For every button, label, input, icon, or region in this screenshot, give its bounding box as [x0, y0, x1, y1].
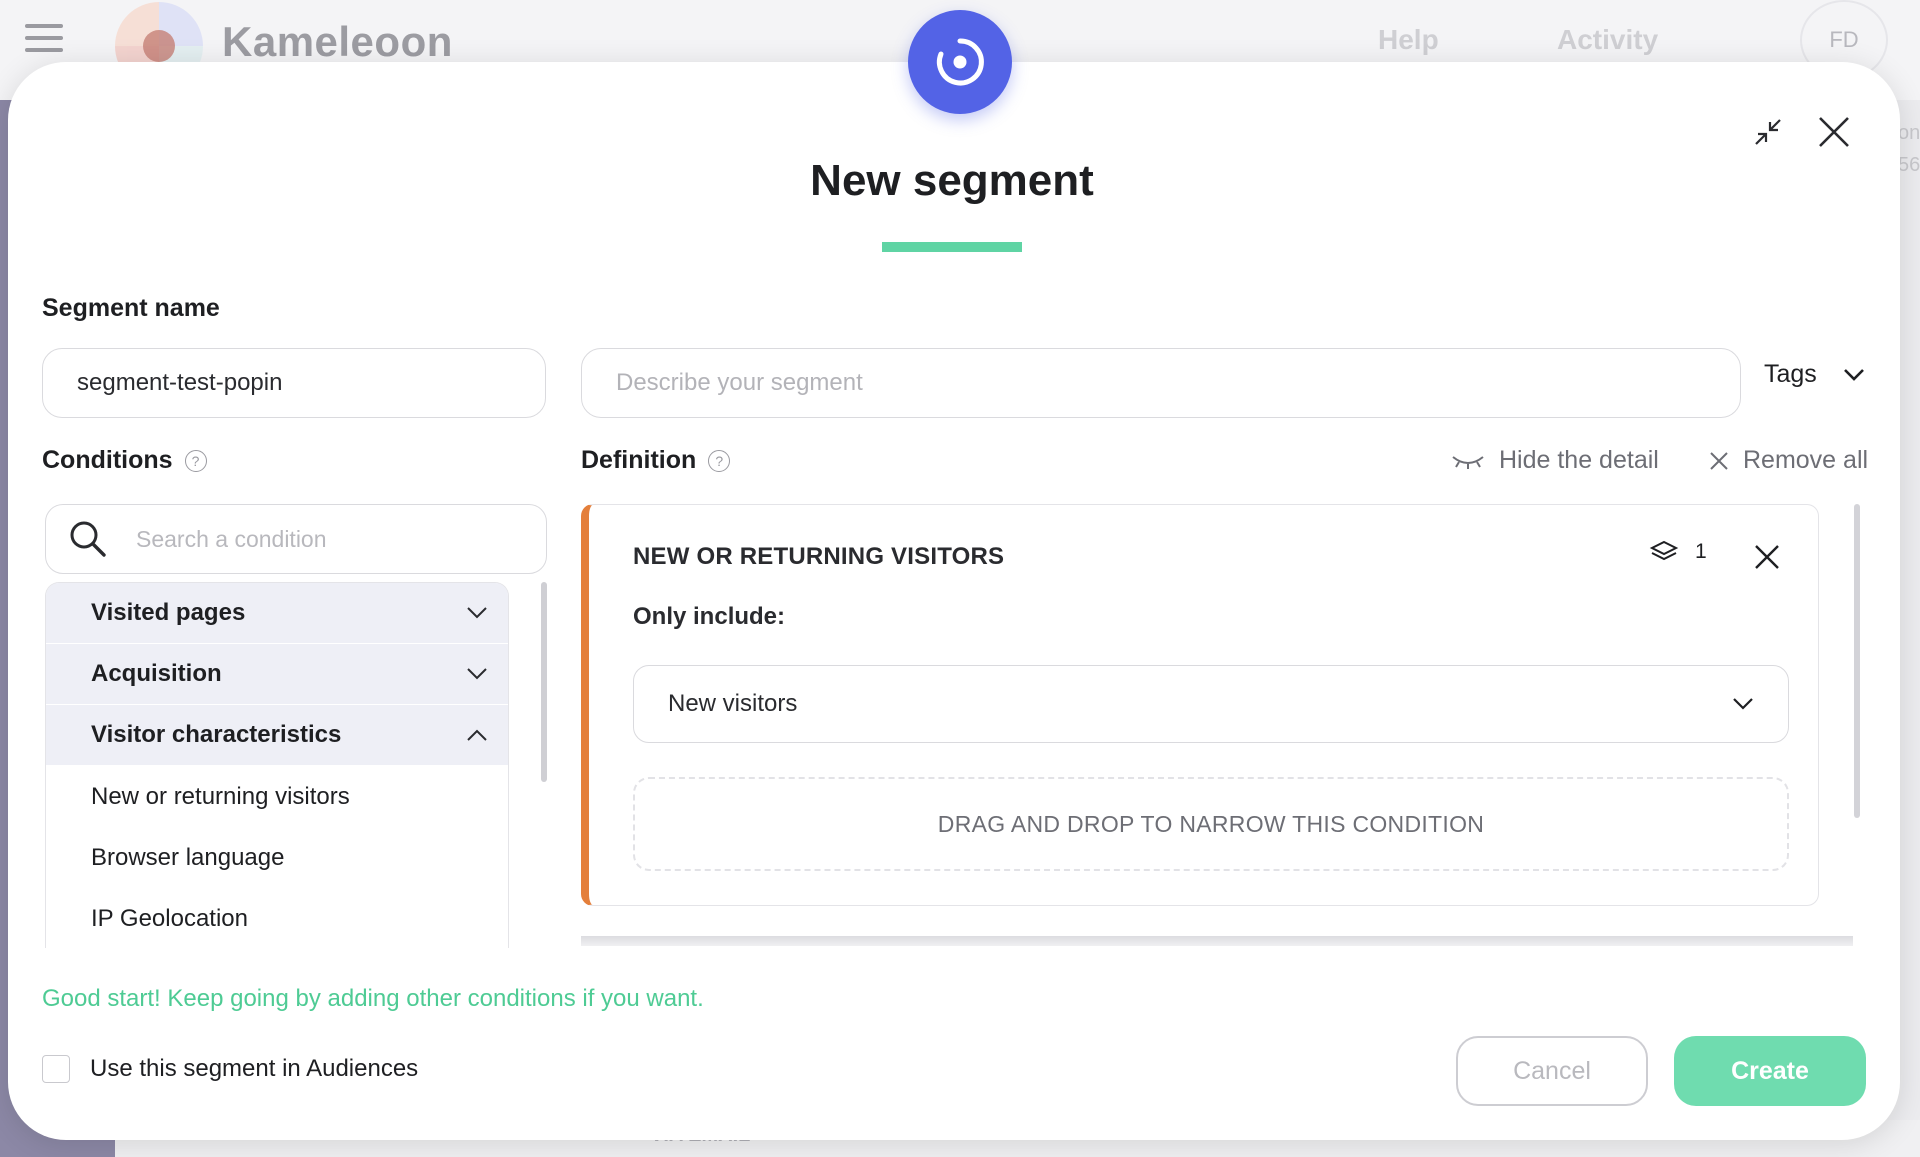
definition-heading: Definition?: [581, 446, 731, 475]
condition-card: NEW OR RETURNING VISITORS 1 Only include…: [581, 504, 1819, 906]
group-label: Visitor characteristics: [91, 721, 342, 748]
chevron-up-icon: [467, 729, 487, 741]
segment-name-input[interactable]: segment-test-popin: [42, 348, 546, 418]
segment-name-label: Segment name: [42, 294, 220, 322]
hide-detail-button[interactable]: Hide the detail: [1451, 446, 1659, 475]
chevron-down-icon: [467, 668, 487, 680]
search-icon: [70, 521, 106, 557]
search-placeholder: Search a condition: [136, 525, 327, 552]
modal-title: New segment: [810, 156, 1094, 205]
condition-search[interactable]: Search a condition: [45, 504, 547, 574]
condition-count-value: 1: [1695, 540, 1707, 563]
conditions-label: Conditions: [42, 446, 173, 474]
hint-message: Good start! Keep going by adding other c…: [42, 985, 704, 1012]
condition-card-subtitle: Only include:: [633, 603, 786, 630]
close-icon[interactable]: [1810, 108, 1858, 156]
use-in-audiences-row: Use this segment in Audiences: [42, 1055, 418, 1083]
menu-icon[interactable]: [25, 24, 63, 56]
visitor-type-value: New visitors: [668, 690, 798, 717]
use-in-audiences-checkbox[interactable]: [42, 1055, 70, 1083]
condition-dropzone[interactable]: DRAG AND DROP TO NARROW THIS CONDITION: [633, 777, 1789, 871]
nav-help[interactable]: Help: [1378, 24, 1439, 56]
new-segment-modal: New segment Segment name segment-test-po…: [8, 10, 1900, 1140]
group-label: Visited pages: [91, 599, 246, 626]
chevron-down-icon: [467, 607, 487, 619]
app-name: Kameleoon: [222, 18, 453, 65]
nav-activity[interactable]: Activity: [1557, 24, 1658, 56]
chevron-down-icon: [1843, 368, 1864, 381]
cancel-button[interactable]: Cancel: [1456, 1036, 1648, 1106]
visitor-type-select[interactable]: New visitors: [633, 665, 1789, 743]
tags-label: Tags: [1764, 360, 1817, 388]
condition-list-scrollbar[interactable]: [541, 582, 547, 782]
remove-all-button[interactable]: Remove all: [1709, 446, 1868, 475]
layers-icon: [1649, 540, 1679, 561]
definition-horizontal-scrollbar[interactable]: [581, 936, 1853, 946]
group-label: Acquisition: [91, 660, 222, 687]
conditions-heading: Conditions?: [42, 446, 207, 475]
condition-item-ip-geolocation[interactable]: IP Geolocation: [46, 888, 508, 948]
group-visited-pages[interactable]: Visited pages: [46, 583, 508, 644]
create-button[interactable]: Create: [1674, 1036, 1866, 1106]
help-icon[interactable]: ?: [184, 450, 207, 473]
definition-label: Definition: [581, 446, 697, 474]
group-visitor-characteristics[interactable]: Visitor characteristics: [46, 705, 508, 766]
condition-list: Visited pages Acquisition Visitor charac…: [45, 582, 509, 948]
description-input[interactable]: Describe your segment: [581, 348, 1741, 418]
segment-target-icon: [936, 38, 984, 86]
help-icon[interactable]: ?: [708, 450, 731, 473]
chevron-down-icon: [1733, 698, 1753, 710]
condition-item-new-or-returning[interactable]: New or returning visitors: [46, 766, 508, 827]
minimize-icon[interactable]: [1748, 112, 1788, 152]
tags-dropdown[interactable]: Tags: [1764, 360, 1865, 389]
condition-item-browser-language[interactable]: Browser language: [46, 827, 508, 888]
remove-condition-icon[interactable]: [1751, 541, 1783, 573]
right-edge-text: on: [1898, 122, 1920, 144]
definition-scrollbar[interactable]: [1854, 504, 1860, 818]
segment-badge: [908, 10, 1012, 114]
remove-all-label: Remove all: [1743, 446, 1869, 474]
close-icon: [1710, 451, 1728, 470]
condition-card-title: NEW OR RETURNING VISITORS: [633, 543, 1005, 570]
group-acquisition[interactable]: Acquisition: [46, 644, 508, 705]
hide-detail-label: Hide the detail: [1499, 446, 1659, 474]
eye-closed-icon: [1452, 455, 1484, 469]
title-underline: [882, 242, 1022, 252]
condition-count: 1: [1649, 539, 1707, 565]
use-in-audiences-label: Use this segment in Audiences: [90, 1055, 419, 1082]
